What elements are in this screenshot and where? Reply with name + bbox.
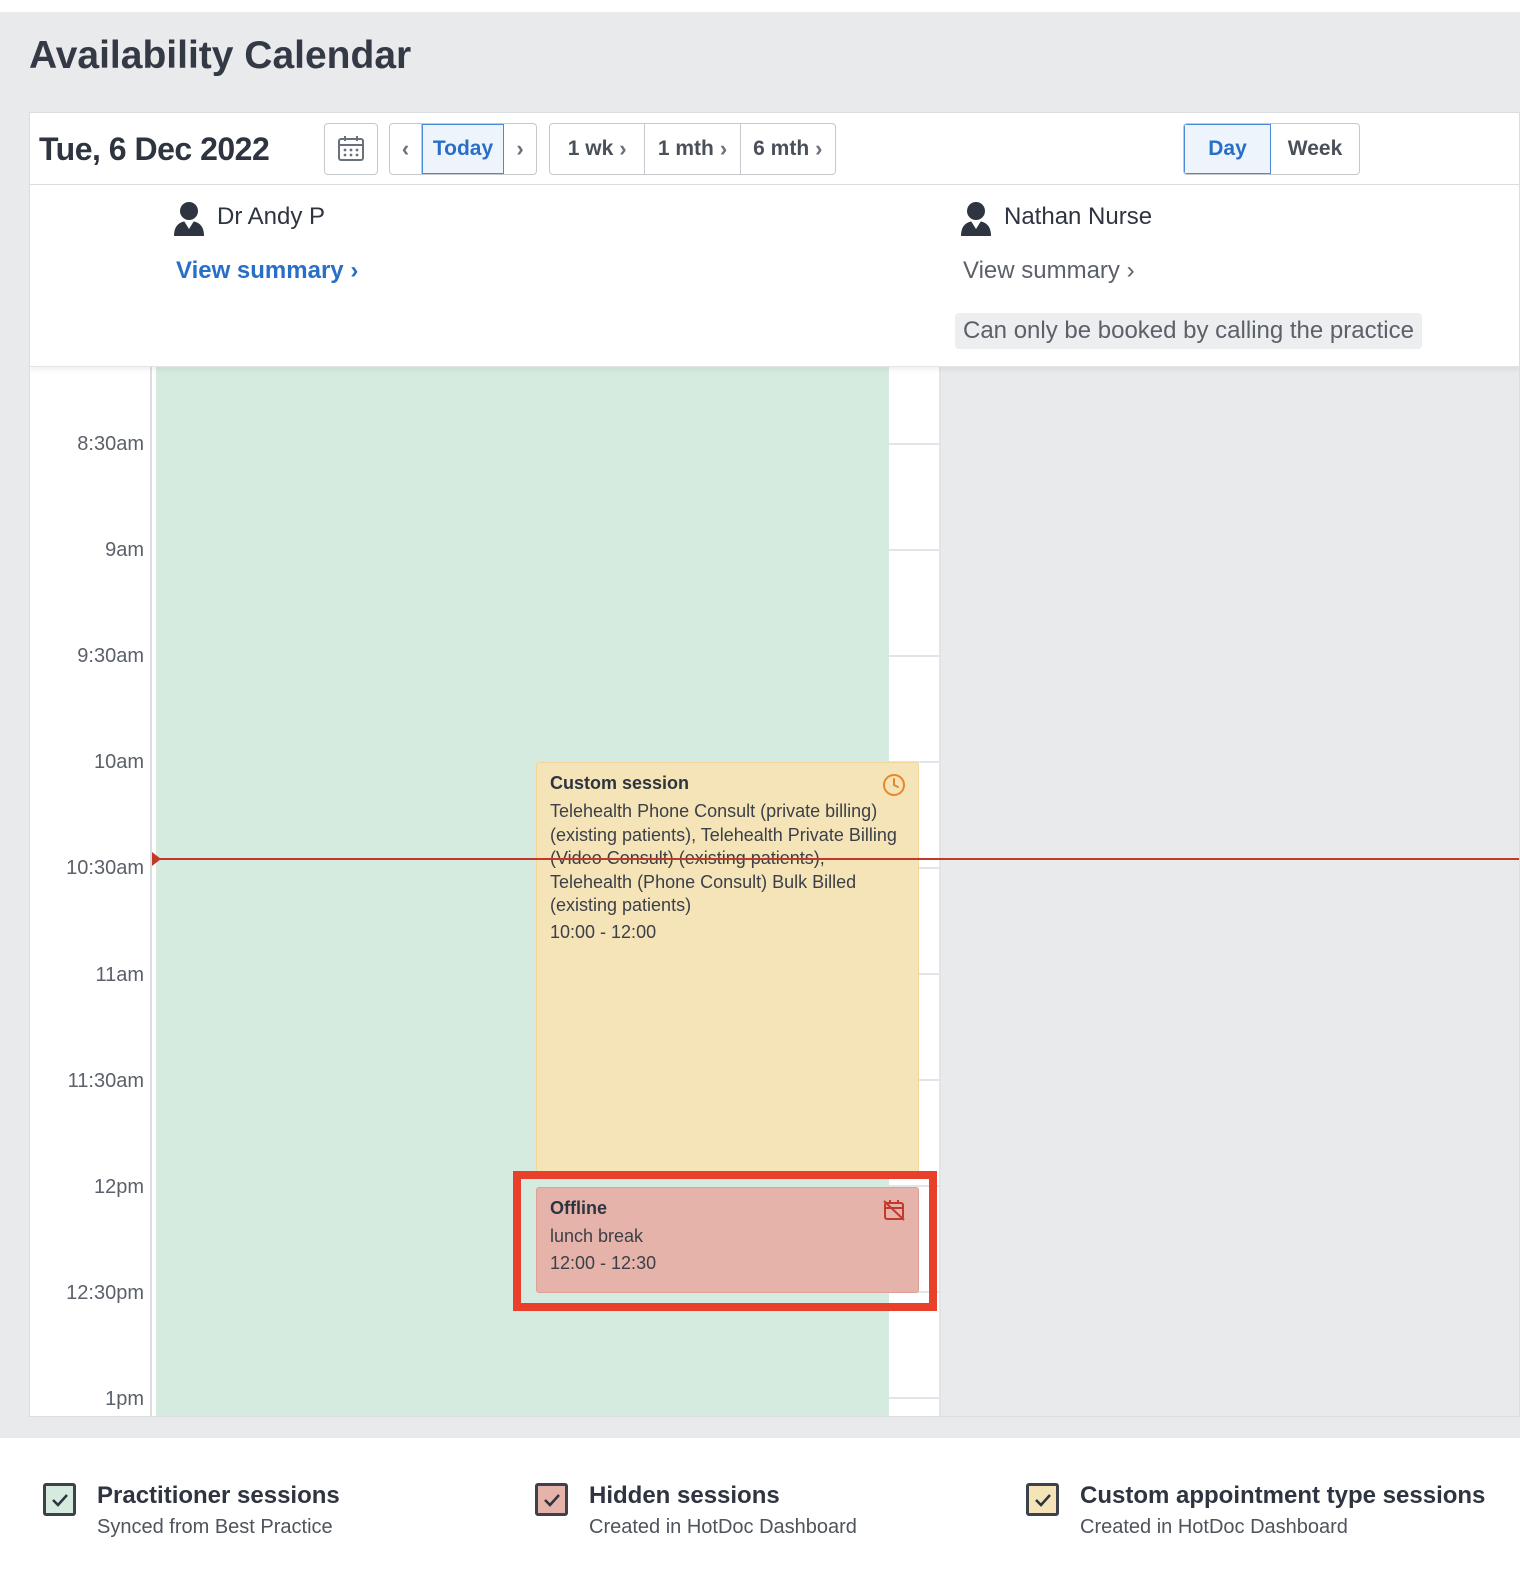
jump-1-week-label: 1 wk [567,137,614,160]
time-label: 9am [105,539,144,561]
time-axis-line [150,367,152,1416]
current-date: Tue, 6 Dec 2022 [39,131,270,167]
time-label: 12pm [93,1176,144,1198]
legend: Practitioner sessions Synced from Best P… [0,1438,1520,1594]
time-grid: 8:30am 9am 9:30am 10am 10:30am 11am 11:3… [30,367,1519,1416]
checkmark-icon [51,1493,68,1507]
practitioner-header-row: Dr Andy P View summary › Nathan Nurse Vi… [30,185,1519,367]
calendar-toolbar: Tue, 6 Dec 2022 ‹ Today › 1 wk › 1 mth ›… [30,113,1519,185]
clock-icon [883,774,905,796]
half-hour-gridline [889,1397,939,1399]
checkmark-icon [543,1493,560,1507]
time-label: 11:30am [67,1070,144,1092]
legend-checkbox[interactable] [43,1483,76,1516]
previous-day-button[interactable]: ‹ [390,124,422,174]
chevron-right-icon: › [815,136,823,161]
jump-1-month-button[interactable]: 1 mth › [645,124,741,174]
practitioner-name: Dr Andy P [217,203,326,230]
view-summary-link[interactable]: View summary › [176,257,358,285]
view-summary-label: View summary [963,257,1120,284]
jump-1-month-label: 1 mth [657,137,714,160]
legend-title: Practitioner sessions [97,1482,340,1509]
calendar-card: Tue, 6 Dec 2022 ‹ Today › 1 wk › 1 mth ›… [29,112,1520,1417]
legend-checkbox[interactable] [535,1483,568,1516]
highlight-annotation [513,1171,937,1311]
event-title: Custom session [550,773,690,793]
time-label: 8:30am [77,433,144,455]
today-button[interactable]: Today [422,124,504,174]
time-label: 12:30pm [66,1282,144,1304]
week-view-button[interactable]: Week [1271,124,1359,174]
half-hour-gridline [889,655,939,657]
date-navigation: ‹ Today › [389,123,537,175]
jump-6-month-button[interactable]: 6 mth › [741,124,835,174]
chevron-right-icon: › [1126,257,1135,284]
jump-1-week-button[interactable]: 1 wk › [550,124,646,174]
top-band [0,0,1520,12]
chevron-left-icon: ‹ [401,136,410,161]
day-view-button[interactable]: Day [1184,124,1272,174]
calendar-picker-button[interactable] [324,123,378,175]
page-background: Availability Calendar Tue, 6 Dec 2022 ‹ [0,12,1520,1438]
legend-title: Hidden sessions [589,1482,780,1509]
calendar-icon [338,136,364,161]
time-label: 11am [95,964,144,986]
legend-subtitle: Synced from Best Practice [97,1516,333,1538]
custom-session-event[interactable]: Custom session Telehealth Phone Consult … [536,762,919,1178]
legend-subtitle: Created in HotDoc Dashboard [589,1516,857,1538]
chevron-right-icon: › [350,257,359,284]
time-label: 9:30am [77,645,144,667]
avatar-icon [961,202,991,236]
chevron-right-icon: › [619,136,627,161]
legend-subtitle: Created in HotDoc Dashboard [1080,1516,1348,1538]
range-jump-group: 1 wk › 1 mth › 6 mth › [549,123,836,175]
practitioner-name: Nathan Nurse [1004,203,1153,230]
view-toggle: Day Week [1183,123,1360,175]
view-summary-link[interactable]: View summary › [963,257,1135,285]
current-time-line [152,858,1519,860]
current-time-marker [152,852,161,866]
chevron-right-icon: › [719,136,728,161]
page-title: Availability Calendar [29,34,412,77]
booking-restriction-note: Can only be booked by calling the practi… [955,313,1422,349]
checkmark-icon [1034,1493,1051,1507]
avatar-icon [174,202,204,236]
half-hour-gridline [889,549,939,551]
chevron-right-icon: › [516,136,524,161]
jump-6-month-label: 6 mth [753,137,810,160]
time-label: 1pm [105,1388,144,1410]
event-time: 10:00 - 12:00 [550,921,657,942]
column-nathan-nurse [941,367,1519,1416]
next-day-button[interactable]: › [504,124,536,174]
time-label: 10am [93,751,144,773]
half-hour-gridline [889,443,939,445]
legend-checkbox[interactable] [1026,1483,1059,1516]
view-summary-label: View summary [176,257,344,284]
time-label: 10:30am [66,857,144,879]
legend-title: Custom appointment type sessions [1080,1482,1486,1509]
